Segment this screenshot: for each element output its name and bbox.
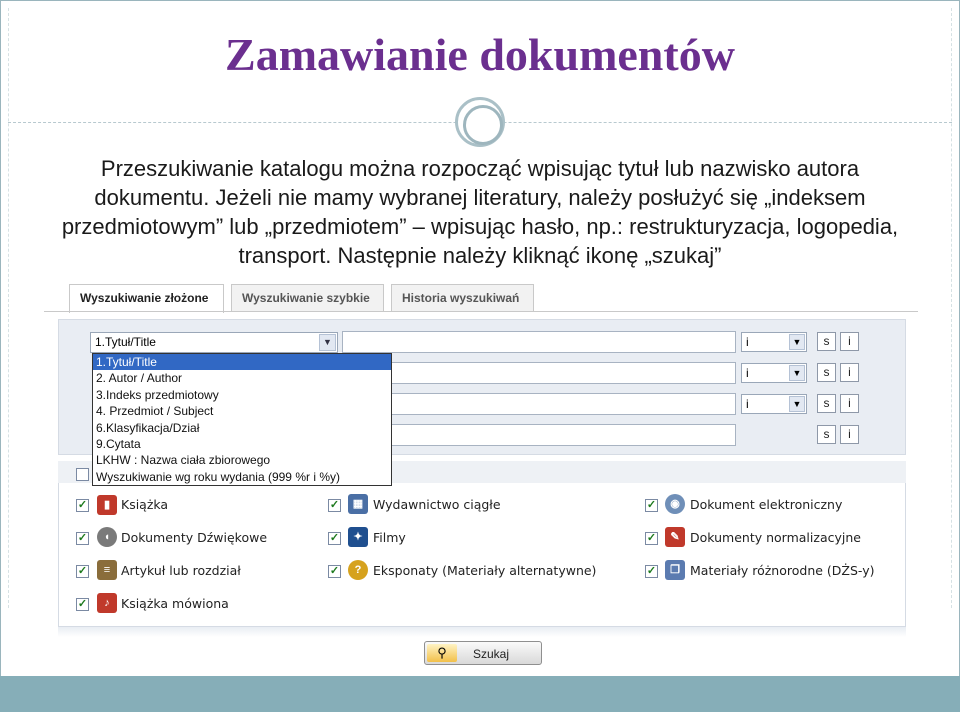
- type-label-article: Artykuł lub rozdział: [121, 563, 241, 578]
- speaker-icon: ◖: [97, 527, 117, 547]
- cd-icon: ◉: [665, 494, 685, 514]
- checkbox-audio[interactable]: ✓: [76, 532, 89, 545]
- checkbox-electronic[interactable]: ✓: [645, 499, 658, 512]
- checkbox-exhibit[interactable]: ✓: [328, 565, 341, 578]
- search-input-4[interactable]: [342, 424, 736, 446]
- i-button-3[interactable]: i: [840, 394, 859, 413]
- tab-search-history[interactable]: Historia wyszukiwań: [391, 284, 534, 311]
- s-button-2[interactable]: s: [817, 363, 836, 382]
- chevron-down-icon[interactable]: ▼: [789, 334, 805, 350]
- type-label-audiobook: Książka mówiona: [121, 596, 229, 611]
- slide-title: Zamawianie dokumentów: [225, 29, 735, 80]
- chevron-down-icon[interactable]: ▼: [789, 365, 805, 381]
- search-field-select[interactable]: 1.Tytuł/Title ▼: [90, 332, 338, 353]
- tab-advanced-search[interactable]: Wyszukiwanie złożone: [69, 284, 224, 313]
- operator-value: i: [746, 397, 749, 411]
- mixed-materials-icon: ❐: [665, 560, 685, 580]
- s-button-1[interactable]: s: [817, 332, 836, 351]
- checkbox-film[interactable]: ✓: [328, 532, 341, 545]
- search-button-label: Szukaj: [473, 647, 510, 661]
- operator-value: i: [746, 335, 749, 349]
- checkbox-mixed[interactable]: ✓: [645, 565, 658, 578]
- footer-bar: [0, 676, 960, 712]
- dropdown-option[interactable]: 2. Autor / Author: [93, 370, 391, 386]
- i-button-2[interactable]: i: [840, 363, 859, 382]
- checkbox-standards[interactable]: ✓: [645, 532, 658, 545]
- search-field-dropdown[interactable]: 1.Tytuł/Title 2. Autor / Author 3.Indeks…: [92, 353, 392, 486]
- circle-ornament-icon: [455, 97, 505, 147]
- search-input-3[interactable]: [342, 393, 736, 415]
- panel-bottom-shade: [58, 627, 906, 637]
- dropdown-option[interactable]: LKHW : Nazwa ciała zbiorowego: [93, 452, 391, 468]
- operator-select-1[interactable]: i ▼: [741, 332, 807, 352]
- operator-select-3[interactable]: i ▼: [741, 394, 807, 414]
- search-field-value: 1.Tytuł/Title: [95, 335, 156, 349]
- s-button-3[interactable]: s: [817, 394, 836, 413]
- instruction-paragraph: Przeszukiwanie katalogu można rozpocząć …: [61, 156, 899, 268]
- tab-quick-search[interactable]: Wyszukiwanie szybkie: [231, 284, 384, 311]
- type-label-standards: Dokumenty normalizacyjne: [690, 530, 861, 545]
- dropdown-option[interactable]: 6.Klasyfikacja/Dział: [93, 420, 391, 436]
- search-button[interactable]: ⚲ Szukaj: [424, 641, 542, 665]
- type-label-serial: Wydawnictwo ciągłe: [373, 497, 501, 512]
- calendar-icon: ▦: [348, 494, 368, 514]
- type-label-electronic: Dokument elektroniczny: [690, 497, 843, 512]
- select-all-checkbox[interactable]: [76, 468, 89, 481]
- dropdown-option[interactable]: 1.Tytuł/Title: [93, 354, 391, 371]
- type-label-mixed: Materiały różnorodne (DŻS-y): [690, 563, 875, 578]
- divider-right: [951, 8, 952, 608]
- audiobook-icon: ♪: [97, 593, 117, 613]
- checkbox-audiobook[interactable]: ✓: [76, 598, 89, 611]
- operator-value: i: [746, 366, 749, 380]
- search-input-1[interactable]: [342, 331, 736, 353]
- type-label-book: Książka: [121, 497, 169, 512]
- checkbox-serial[interactable]: ✓: [328, 499, 341, 512]
- type-label-audio: Dokumenty Dźwiękowe: [121, 530, 268, 545]
- checkbox-book[interactable]: ✓: [76, 499, 89, 512]
- i-button-1[interactable]: i: [840, 332, 859, 351]
- film-icon: ✦: [348, 527, 368, 547]
- standard-doc-icon: ✎: [665, 527, 685, 547]
- type-label-film: Filmy: [373, 530, 406, 545]
- operator-select-2[interactable]: i ▼: [741, 363, 807, 383]
- type-label-exhibit: Eksponaty (Materiały alternatywne): [373, 563, 597, 578]
- book-icon: ▮: [97, 495, 117, 515]
- dropdown-option[interactable]: 3.Indeks przedmiotowy: [93, 387, 391, 403]
- search-input-2[interactable]: [342, 362, 736, 384]
- tab-underline: [44, 311, 918, 312]
- dropdown-option[interactable]: 4. Przedmiot / Subject: [93, 403, 391, 419]
- chevron-down-icon[interactable]: ▼: [319, 334, 336, 351]
- magnifier-icon: ⚲: [427, 644, 457, 662]
- divider-left: [8, 8, 9, 608]
- dropdown-option[interactable]: 9.Cytata: [93, 436, 391, 452]
- i-button-4[interactable]: i: [840, 425, 859, 444]
- dropdown-option[interactable]: Wyszukiwanie wg roku wydania (999 %r i %…: [93, 469, 391, 485]
- checkbox-article[interactable]: ✓: [76, 565, 89, 578]
- article-icon: ≡: [97, 560, 117, 580]
- exhibit-icon: ?: [348, 560, 368, 580]
- chevron-down-icon[interactable]: ▼: [789, 396, 805, 412]
- s-button-4[interactable]: s: [817, 425, 836, 444]
